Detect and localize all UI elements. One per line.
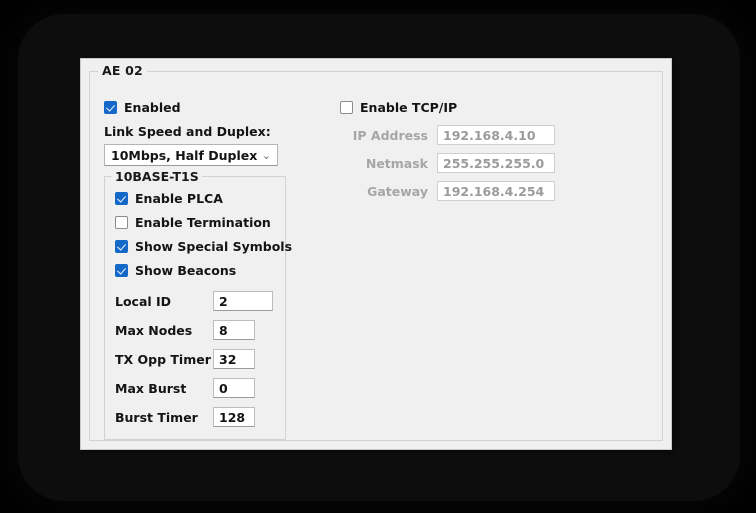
burst-timer-label: Burst Timer [115, 409, 198, 425]
ip-address-input[interactable]: 192.168.4.10 [437, 125, 555, 145]
tx-opp-timer-input[interactable]: 32 [213, 349, 255, 369]
show-special-symbols-label: Show Special Symbols [135, 239, 293, 254]
netmask-label: Netmask [365, 155, 428, 171]
netmask-row: Netmask 255.255.255.0 [340, 153, 660, 173]
termination-checkbox-row[interactable]: Enable Termination [115, 215, 275, 230]
enabled-label: Enabled [124, 100, 181, 115]
link-speed-value: 10Mbps, Half Duplex [111, 147, 258, 163]
gateway-label: Gateway [367, 183, 428, 199]
local-id-label: Local ID [115, 293, 172, 309]
burst-timer-input[interactable]: 128 [213, 407, 255, 427]
right-column: Enable TCP/IP IP Address 192.168.4.10 Ne… [340, 100, 660, 209]
checkbox-icon-show-beacons[interactable] [115, 264, 128, 277]
max-nodes-row: Max Nodes 8 [115, 320, 275, 340]
gateway-input[interactable]: 192.168.4.254 [437, 181, 555, 201]
checkbox-icon-enable-tcpip[interactable] [340, 101, 353, 114]
gateway-row: Gateway 192.168.4.254 [340, 181, 660, 201]
enable-tcpip-label: Enable TCP/IP [360, 100, 458, 115]
ae-group-box: AE 02 Enabled Link Speed and Duplex: 10M… [89, 63, 663, 441]
link-speed-label: Link Speed and Duplex: [104, 124, 271, 139]
max-burst-label: Max Burst [115, 380, 187, 396]
max-nodes-label: Max Nodes [115, 322, 193, 338]
show-beacons-label: Show Beacons [135, 263, 237, 278]
tx-opp-timer-label: TX Opp Timer [115, 351, 211, 367]
enable-tcpip-checkbox-row[interactable]: Enable TCP/IP [340, 100, 660, 115]
left-column: Enabled Link Speed and Duplex: 10Mbps, H… [104, 100, 374, 440]
checkbox-icon-enabled[interactable] [104, 101, 117, 114]
show-beacons-checkbox-row[interactable]: Show Beacons [115, 263, 275, 278]
enable-plca-label: Enable PLCA [135, 191, 223, 206]
max-nodes-input[interactable]: 8 [213, 320, 255, 340]
link-speed-select[interactable]: 10Mbps, Half Duplex ⌄ [104, 144, 278, 166]
settings-panel: AE 02 Enabled Link Speed and Duplex: 10M… [80, 58, 672, 450]
netmask-input[interactable]: 255.255.255.0 [437, 153, 555, 173]
special-symbols-checkbox-row[interactable]: Show Special Symbols [115, 239, 292, 254]
local-id-input[interactable]: 2 [213, 291, 273, 311]
plca-checkbox-row[interactable]: Enable PLCA [115, 191, 275, 206]
ae-group-title: AE 02 [98, 63, 147, 78]
tx-opp-timer-row: TX Opp Timer 32 [115, 349, 275, 369]
max-burst-input[interactable]: 0 [213, 378, 255, 398]
enable-termination-label: Enable Termination [135, 215, 271, 230]
checkbox-icon-enable-plca[interactable] [115, 192, 128, 205]
enabled-checkbox-row[interactable]: Enabled [104, 100, 374, 115]
ip-address-row: IP Address 192.168.4.10 [340, 125, 660, 145]
checkbox-icon-show-special-symbols[interactable] [115, 240, 128, 253]
chevron-down-icon: ⌄ [261, 148, 271, 162]
burst-timer-row: Burst Timer 128 [115, 407, 275, 427]
max-burst-row: Max Burst 0 [115, 378, 275, 398]
t1s-group-title: 10BASE-T1S [112, 169, 202, 184]
t1s-group-box: 10BASE-T1S Enable PLCA Enable Terminatio… [104, 169, 292, 440]
local-id-row: Local ID 2 [115, 291, 275, 311]
checkbox-icon-enable-termination[interactable] [115, 216, 128, 229]
ip-address-label: IP Address [352, 127, 428, 143]
